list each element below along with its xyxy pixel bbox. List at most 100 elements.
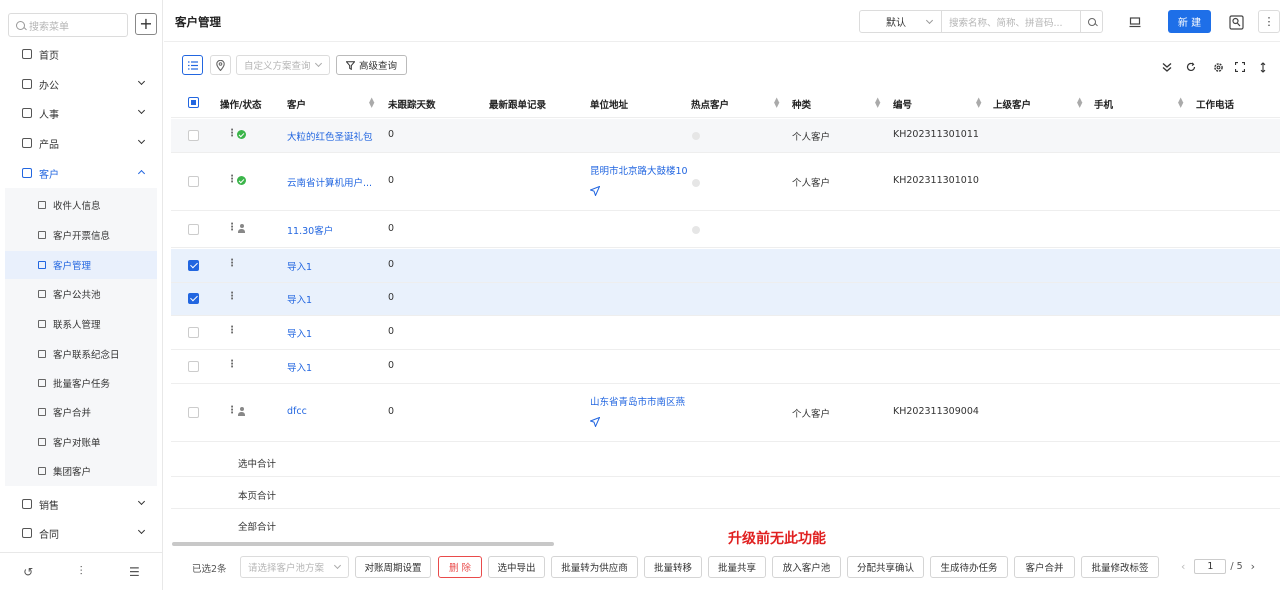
column-header[interactable]: 编号 bbox=[893, 97, 912, 111]
row-checkbox[interactable] bbox=[188, 224, 199, 235]
row-actions-icon[interactable]: ⋮ bbox=[227, 405, 237, 416]
table-row[interactable]: ⋮ 导入1 0 bbox=[171, 283, 1280, 316]
customer-name-link[interactable]: 导入1 bbox=[287, 259, 312, 273]
batch-to-supplier-button[interactable]: 批量转为供应商 bbox=[551, 556, 638, 578]
sort-icon[interactable]: ▲ ▼ bbox=[774, 97, 779, 109]
hot-customer-indicator[interactable] bbox=[692, 179, 700, 187]
customer-name-link[interactable]: 11.30客户 bbox=[287, 223, 333, 237]
column-header[interactable]: 上级客户 bbox=[993, 97, 1031, 111]
table-row[interactable]: ⋮ 云南省计算机用户... 0 昆明市北京路大鼓楼10 个人客户 KH20231… bbox=[171, 154, 1280, 211]
sort-icon[interactable]: ▲ ▼ bbox=[1077, 97, 1082, 109]
row-actions-icon[interactable]: ⋮ bbox=[227, 291, 237, 302]
collapse-all-icon[interactable] bbox=[1160, 60, 1174, 74]
row-actions-icon[interactable]: ⋮ bbox=[227, 258, 237, 269]
user-search-icon[interactable] bbox=[1225, 11, 1247, 33]
row-checkbox[interactable] bbox=[188, 327, 199, 338]
row-actions-icon[interactable]: ⋮ bbox=[227, 359, 237, 370]
menu-item-customer[interactable]: 客户 bbox=[0, 159, 163, 187]
menu-item-hr[interactable]: 人事 bbox=[0, 99, 163, 127]
row-actions-icon[interactable]: ⋮ bbox=[227, 128, 237, 139]
menu-item-sales[interactable]: 销售 bbox=[0, 490, 163, 518]
sort-icon[interactable]: ▲ ▼ bbox=[369, 97, 374, 109]
submenu-contact-management[interactable]: 联系人管理 bbox=[5, 310, 157, 338]
batch-share-button[interactable]: 批量共享 bbox=[708, 556, 766, 578]
fullscreen-icon[interactable] bbox=[1233, 60, 1247, 74]
row-actions-icon[interactable]: ⋮ bbox=[227, 222, 237, 233]
customer-name-link[interactable]: 大粒的红色圣诞礼包 bbox=[287, 129, 373, 143]
customer-name-link[interactable]: dfcc bbox=[287, 406, 307, 417]
select-all-checkbox[interactable] bbox=[188, 97, 199, 108]
hot-customer-indicator[interactable] bbox=[692, 226, 700, 234]
table-row[interactable]: ⋮ 11.30客户 0 bbox=[171, 212, 1280, 248]
move-to-pool-button[interactable]: 放入客户池 bbox=[772, 556, 841, 578]
row-checkbox[interactable] bbox=[188, 407, 199, 418]
prev-page-button[interactable]: ‹ bbox=[1181, 560, 1185, 573]
merge-customer-button[interactable]: 客户合并 bbox=[1014, 556, 1075, 578]
table-row[interactable]: ⋮ dfcc 0 山东省青岛市市南区燕 个人客户 KH202311309004 bbox=[171, 385, 1280, 442]
sort-icon[interactable]: ▲ ▼ bbox=[875, 97, 880, 109]
share-confirm-button[interactable]: 分配共享确认 bbox=[847, 556, 924, 578]
more-options-button[interactable]: ⋮ bbox=[1258, 10, 1280, 33]
row-actions-icon[interactable]: ⋮ bbox=[227, 174, 237, 185]
customer-pool-select[interactable]: 请选择客户池方案 bbox=[240, 556, 349, 578]
customer-name-link[interactable]: 导入1 bbox=[287, 326, 312, 340]
column-header[interactable]: 手机 bbox=[1094, 97, 1113, 111]
row-checkbox[interactable] bbox=[188, 130, 199, 141]
column-header[interactable]: 未跟踪天数 bbox=[388, 97, 436, 111]
batch-transfer-button[interactable]: 批量转移 bbox=[644, 556, 702, 578]
settings-icon[interactable] bbox=[1211, 60, 1225, 74]
table-row[interactable]: ⋮ 导入1 0 bbox=[171, 249, 1280, 283]
sort-icon[interactable]: ▲ ▼ bbox=[1178, 97, 1183, 109]
horizontal-scrollbar[interactable] bbox=[172, 542, 554, 546]
menu-item-office[interactable]: 办公 bbox=[0, 70, 163, 98]
customer-name-link[interactable]: 导入1 bbox=[287, 292, 312, 306]
row-actions-icon[interactable]: ⋮ bbox=[227, 325, 237, 336]
advanced-query-button[interactable]: 高级查询 bbox=[336, 55, 407, 75]
submenu-customer-merge[interactable]: 客户合并 bbox=[5, 398, 157, 426]
submenu-anniversary[interactable]: 客户联系纪念日 bbox=[5, 340, 157, 368]
table-row[interactable]: ⋮ 大粒的红色圣诞礼包 0 个人客户 KH202311301011 bbox=[171, 119, 1280, 153]
create-todo-button[interactable]: 生成待办任务 bbox=[930, 556, 1008, 578]
address-link[interactable]: 昆明市北京路大鼓楼10 bbox=[590, 163, 688, 177]
row-height-icon[interactable] bbox=[1256, 60, 1270, 74]
batch-edit-tags-button[interactable]: 批量修改标签 bbox=[1081, 556, 1159, 578]
custom-query-select[interactable]: 自定义方案查询 bbox=[236, 55, 330, 75]
customer-search-input[interactable]: 搜索名称、简称、拼音码... bbox=[941, 10, 1081, 33]
search-button[interactable] bbox=[1080, 10, 1103, 33]
navigate-icon[interactable] bbox=[589, 416, 601, 430]
new-button[interactable]: 新 建 bbox=[1168, 10, 1211, 33]
settings-sliders-icon[interactable]: ⫶ bbox=[80, 564, 83, 579]
table-row[interactable]: ⋮ 导入1 0 bbox=[171, 351, 1280, 384]
submenu-recipient-info[interactable]: 收件人信息 bbox=[5, 191, 157, 219]
row-checkbox[interactable] bbox=[188, 293, 199, 304]
sort-icon[interactable]: ▲ ▼ bbox=[976, 97, 981, 109]
collapse-menu-icon[interactable]: ☰ bbox=[129, 565, 140, 579]
submenu-statement[interactable]: 客户对账单 bbox=[5, 428, 157, 456]
submenu-batch-task[interactable]: 批量客户任务 bbox=[5, 369, 157, 397]
next-page-button[interactable]: › bbox=[1251, 560, 1255, 573]
add-menu-button[interactable]: + bbox=[135, 13, 157, 35]
column-header[interactable]: 客户 bbox=[287, 97, 306, 111]
history-icon[interactable]: ↺ bbox=[23, 565, 33, 579]
submenu-customer-management[interactable]: 客户管理 bbox=[5, 251, 157, 279]
menu-item-contract[interactable]: 合同 bbox=[0, 519, 163, 547]
menu-item-home[interactable]: 首页 bbox=[0, 40, 163, 68]
row-checkbox[interactable] bbox=[188, 176, 199, 187]
column-header[interactable]: 种类 bbox=[792, 97, 811, 111]
menu-item-product[interactable]: 产品 bbox=[0, 129, 163, 157]
row-checkbox[interactable] bbox=[188, 260, 199, 271]
table-row[interactable]: ⋮ 导入1 0 bbox=[171, 317, 1280, 350]
export-selected-button[interactable]: 选中导出 bbox=[488, 556, 545, 578]
navigate-icon[interactable] bbox=[589, 185, 601, 199]
monitor-icon[interactable] bbox=[1124, 11, 1146, 33]
submenu-invoice-info[interactable]: 客户开票信息 bbox=[5, 221, 157, 249]
scheme-select[interactable]: 默认 bbox=[859, 10, 942, 33]
column-header[interactable]: 热点客户 bbox=[691, 97, 729, 111]
reconcile-cycle-button[interactable]: 对账周期设置 bbox=[355, 556, 431, 578]
submenu-customer-pool[interactable]: 客户公共池 bbox=[5, 280, 157, 308]
customer-name-link[interactable]: 导入1 bbox=[287, 360, 312, 374]
menu-search-input[interactable]: 搜索菜单 bbox=[8, 13, 128, 37]
map-view-button[interactable] bbox=[210, 55, 231, 75]
refresh-icon[interactable] bbox=[1184, 60, 1198, 74]
list-view-button[interactable] bbox=[182, 55, 203, 75]
